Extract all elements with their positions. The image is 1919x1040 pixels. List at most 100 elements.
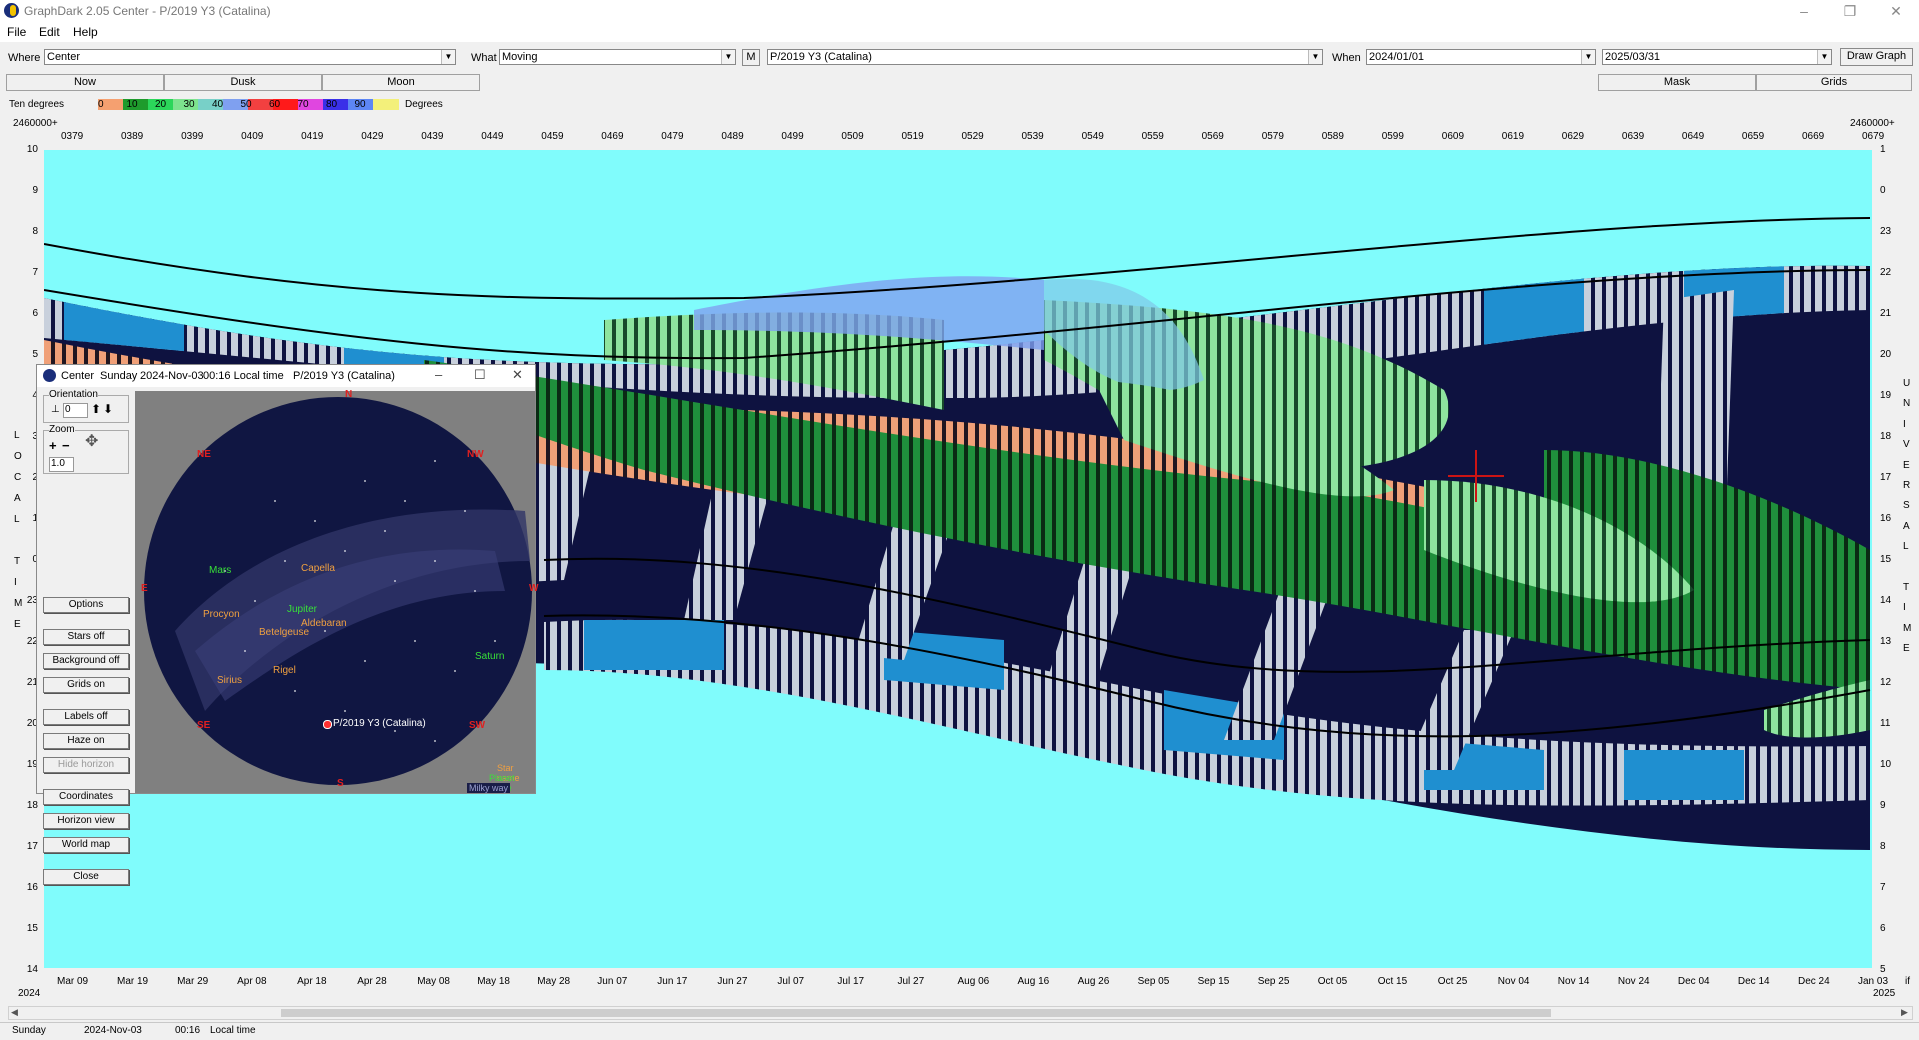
- when-label: When: [1332, 52, 1361, 64]
- tab-now[interactable]: Now: [6, 74, 164, 91]
- axis-title-letter: N: [1903, 398, 1911, 410]
- orientation-rotate-icon[interactable]: ⊥: [51, 404, 60, 415]
- axis-title-letter: C: [14, 472, 22, 483]
- status-day: Sunday: [12, 1025, 46, 1036]
- date-tick-label: Jul 17: [837, 976, 865, 987]
- jd-tick-label: 0619: [1501, 131, 1525, 142]
- left-time-tick: 7: [32, 267, 38, 278]
- zoom-input[interactable]: 1.0: [49, 457, 74, 472]
- date-tick-label: May 28: [537, 976, 571, 987]
- orientation-up-icon[interactable]: ⬆: [91, 402, 101, 416]
- right-time-tick: 17: [1880, 472, 1892, 483]
- date-tick-label: Sep 25: [1257, 976, 1290, 987]
- axis-title-letter: T: [14, 556, 21, 567]
- when-end-select[interactable]: 2025/03/31 ▼: [1602, 49, 1832, 65]
- horizon-view-button[interactable]: Horizon view: [43, 813, 129, 829]
- jd-tick-label: 0549: [1081, 131, 1104, 142]
- legend-tick-label: 50: [240, 99, 252, 110]
- zoom-out-icon[interactable]: −: [62, 438, 70, 453]
- right-time-tick: 19: [1880, 390, 1892, 401]
- jd-tick-label: 0669: [1802, 131, 1825, 142]
- tab-moon[interactable]: Moon: [322, 74, 480, 91]
- date-tick-label: Jul 07: [777, 976, 805, 987]
- orientation-input[interactable]: 0: [63, 403, 88, 418]
- m-button[interactable]: M: [742, 49, 760, 66]
- axis-title-letter: M: [14, 598, 23, 609]
- date-tick-label: Nov 24: [1617, 976, 1650, 987]
- menu-help[interactable]: Help: [73, 25, 98, 39]
- pan-arrows-icon[interactable]: ✥: [85, 431, 98, 451]
- jan-suffix: if: [1905, 976, 1910, 987]
- draw-graph-button[interactable]: Draw Graph: [1840, 48, 1913, 66]
- zoom-in-icon[interactable]: +: [49, 438, 57, 453]
- menu-edit[interactable]: Edit: [39, 25, 60, 39]
- axis-title-letter: E: [14, 619, 21, 630]
- labels-off-button[interactable]: Labels off: [43, 709, 129, 725]
- axis-title-letter: V: [1903, 439, 1910, 451]
- stars-off-button[interactable]: Stars off: [43, 629, 129, 645]
- date-tick-label: Nov 04: [1497, 976, 1530, 987]
- close-button[interactable]: ✕: [1873, 0, 1919, 22]
- axis-title-letter: I: [1903, 602, 1906, 614]
- popup-minimize-button[interactable]: –: [435, 367, 442, 382]
- object-value: P/2019 Y3 (Catalina): [770, 51, 872, 63]
- object-select[interactable]: P/2019 Y3 (Catalina) ▼: [767, 49, 1323, 65]
- tab-dusk[interactable]: Dusk: [164, 74, 322, 91]
- where-value: Center: [47, 51, 81, 63]
- compass-n-label: N: [345, 389, 353, 400]
- planet-label: Saturn: [475, 651, 505, 662]
- right-time-tick: 9: [1880, 800, 1886, 811]
- axis-title-letter: U: [1903, 378, 1911, 389]
- scroll-left-icon[interactable]: ◀: [11, 1007, 18, 1018]
- what-select[interactable]: Moving ▼: [499, 49, 736, 65]
- when-start-select[interactable]: 2024/01/01 ▼: [1366, 49, 1596, 65]
- scroll-right-icon[interactable]: ▶: [1901, 1007, 1908, 1018]
- popup-close-button[interactable]: ✕: [512, 367, 523, 383]
- coordinates-button[interactable]: Coordinates: [43, 789, 129, 805]
- options-button[interactable]: Options: [43, 597, 129, 613]
- right-time-tick: 1: [1880, 144, 1886, 155]
- haze-on-button[interactable]: Haze on: [43, 733, 129, 749]
- legend-swatch: [373, 99, 399, 110]
- axis-title-letter: I: [14, 577, 17, 588]
- date-tick-label: Aug 26: [1077, 976, 1110, 987]
- popup-title-name: Center: [61, 370, 95, 382]
- tab-mask[interactable]: Mask: [1598, 74, 1756, 91]
- jd-tick-label: 0639: [1621, 131, 1645, 142]
- maximize-button[interactable]: ❐: [1827, 0, 1873, 22]
- popup-maximize-button[interactable]: ☐: [474, 367, 486, 383]
- date-tick-label: Aug 06: [957, 976, 990, 987]
- legend-tick-label: 60: [269, 99, 281, 110]
- horizontal-scrollbar[interactable]: ◀ ▶: [8, 1006, 1913, 1020]
- world-map-button[interactable]: World map: [43, 837, 129, 853]
- menu-file[interactable]: File: [7, 25, 26, 39]
- jd-tick-label: 0649: [1681, 131, 1705, 142]
- date-tick-label: Dec 04: [1677, 976, 1710, 987]
- star-label: Rigel: [273, 665, 296, 676]
- tab-grids[interactable]: Grids: [1756, 74, 1912, 91]
- compass-s-label: S: [337, 778, 344, 789]
- zoom-label: Zoom: [49, 424, 75, 435]
- date-tick-label: Jun 07: [597, 976, 628, 987]
- date-tick-label: Apr 28: [357, 976, 387, 987]
- scroll-thumb[interactable]: [281, 1009, 1551, 1017]
- orientation-down-icon[interactable]: ⬇: [103, 402, 113, 416]
- year-right: 2025: [1873, 988, 1896, 999]
- app-icon: [4, 3, 19, 18]
- jd-tick-label: 0399: [181, 131, 204, 142]
- left-time-tick: 18: [26, 800, 38, 811]
- date-tick-label: Nov 14: [1557, 976, 1590, 987]
- date-tick-label: Jan 03: [1858, 976, 1889, 987]
- orientation-label: Orientation: [49, 389, 98, 400]
- grids-on-button[interactable]: Grids on: [43, 677, 129, 693]
- axis-title-letter: R: [1903, 480, 1911, 491]
- minimize-button[interactable]: –: [1781, 0, 1827, 22]
- where-select[interactable]: Center ▼: [44, 49, 456, 65]
- axis-title-letter: M: [1903, 622, 1912, 634]
- popup-title-date: 2024-Nov-03: [140, 370, 204, 382]
- background-off-button[interactable]: Background off: [43, 653, 129, 669]
- legend-milky-way: Milky way: [467, 783, 511, 793]
- popup-close-action-button[interactable]: Close: [43, 869, 129, 885]
- left-time-tick: 14: [26, 964, 38, 975]
- sky-view-window[interactable]: Center Sunday 2024-Nov-03 00:16 Local ti…: [36, 364, 538, 885]
